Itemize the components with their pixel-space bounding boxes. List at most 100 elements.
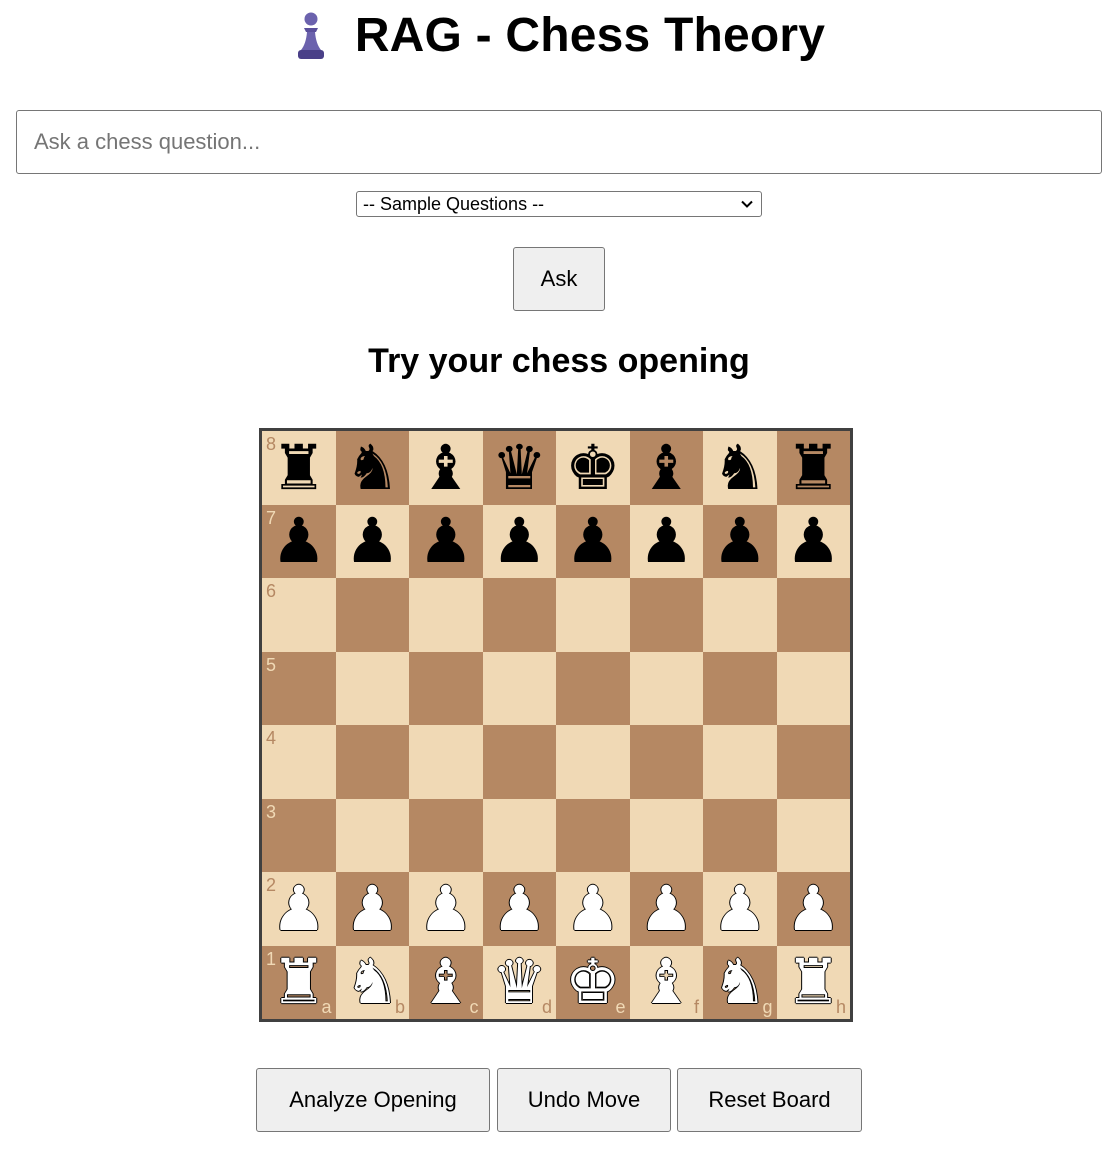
board-square-c5[interactable] <box>409 651 483 725</box>
board-square-g7[interactable]: ♟ <box>703 504 777 578</box>
white-knight-icon[interactable]: ♞ <box>712 951 768 1013</box>
board-square-e4[interactable] <box>556 725 630 799</box>
board-square-c3[interactable] <box>409 798 483 872</box>
board-square-b2[interactable]: ♟ <box>335 872 409 946</box>
analyze-opening-button[interactable]: Analyze Opening <box>256 1068 490 1132</box>
black-pawn-icon[interactable]: ♟ <box>344 510 400 572</box>
board-square-c6[interactable] <box>409 578 483 652</box>
board-square-h3[interactable] <box>776 798 850 872</box>
black-bishop-icon[interactable]: ♝ <box>638 436 694 499</box>
sample-questions-select[interactable]: -- Sample Questions -- <box>356 191 762 217</box>
black-pawn-icon[interactable]: ♟ <box>638 510 694 572</box>
board-square-e6[interactable] <box>556 578 630 652</box>
board-square-b3[interactable] <box>335 798 409 872</box>
board-square-g2[interactable]: ♟ <box>703 872 777 946</box>
black-rook-icon[interactable]: ♜ <box>271 436 327 499</box>
board-square-c2[interactable]: ♟ <box>409 872 483 946</box>
board-square-d4[interactable] <box>482 725 556 799</box>
white-pawn-icon[interactable]: ♟ <box>418 877 474 940</box>
undo-move-button[interactable]: Undo Move <box>497 1068 671 1132</box>
board-square-g8[interactable]: ♞ <box>703 431 777 505</box>
board-square-f2[interactable]: ♟ <box>629 872 703 946</box>
board-square-f4[interactable] <box>629 725 703 799</box>
board-square-e3[interactable] <box>556 798 630 872</box>
white-queen-icon[interactable]: ♛ <box>491 951 547 1013</box>
white-pawn-icon[interactable]: ♟ <box>491 877 547 940</box>
board-square-b5[interactable] <box>335 651 409 725</box>
board-square-e7[interactable]: ♟ <box>556 504 630 578</box>
board-square-f7[interactable]: ♟ <box>629 504 703 578</box>
white-pawn-icon[interactable]: ♟ <box>785 877 841 940</box>
black-pawn-icon[interactable]: ♟ <box>785 510 841 572</box>
board-square-e8[interactable]: ♚ <box>556 431 630 505</box>
white-pawn-icon[interactable]: ♟ <box>712 877 768 940</box>
board-square-b6[interactable] <box>335 578 409 652</box>
board-square-a2[interactable]: 2 ♟ <box>262 872 336 946</box>
board-square-d5[interactable] <box>482 651 556 725</box>
board-square-f1[interactable]: f ♝ <box>629 945 703 1019</box>
ask-button[interactable]: Ask <box>513 247 605 311</box>
board-square-a7[interactable]: 7 ♟ <box>262 504 336 578</box>
board-square-d2[interactable]: ♟ <box>482 872 556 946</box>
board-square-f6[interactable] <box>629 578 703 652</box>
black-pawn-icon[interactable]: ♟ <box>271 510 327 572</box>
board-square-e5[interactable] <box>556 651 630 725</box>
board-square-a5[interactable]: 5 <box>262 651 336 725</box>
board-square-c4[interactable] <box>409 725 483 799</box>
black-pawn-icon[interactable]: ♟ <box>418 510 474 572</box>
black-queen-icon[interactable]: ♛ <box>491 436 547 499</box>
black-knight-icon[interactable]: ♞ <box>344 436 400 499</box>
black-king-icon[interactable]: ♚ <box>565 436 621 499</box>
board-square-a3[interactable]: 3 <box>262 798 336 872</box>
board-square-h1[interactable]: h ♜ <box>776 945 850 1019</box>
board-square-b4[interactable] <box>335 725 409 799</box>
board-square-h6[interactable] <box>776 578 850 652</box>
board-square-d6[interactable] <box>482 578 556 652</box>
white-pawn-icon[interactable]: ♟ <box>638 877 694 940</box>
board-square-h4[interactable] <box>776 725 850 799</box>
sample-questions-dropdown[interactable]: -- Sample Questions -- <box>356 191 762 217</box>
board-square-h7[interactable]: ♟ <box>776 504 850 578</box>
board-square-g5[interactable] <box>703 651 777 725</box>
black-pawn-icon[interactable]: ♟ <box>491 510 547 572</box>
white-pawn-icon[interactable]: ♟ <box>271 877 327 940</box>
white-pawn-icon[interactable]: ♟ <box>565 877 621 940</box>
black-pawn-icon[interactable]: ♟ <box>712 510 768 572</box>
reset-board-button[interactable]: Reset Board <box>677 1068 862 1132</box>
board-square-h8[interactable]: ♜ <box>776 431 850 505</box>
board-square-b8[interactable]: ♞ <box>335 431 409 505</box>
board-square-a1[interactable]: 1 a ♜ <box>262 945 336 1019</box>
board-square-d8[interactable]: ♛ <box>482 431 556 505</box>
board-square-c8[interactable]: ♝ <box>409 431 483 505</box>
white-knight-icon[interactable]: ♞ <box>344 951 400 1013</box>
board-square-f8[interactable]: ♝ <box>629 431 703 505</box>
black-bishop-icon[interactable]: ♝ <box>418 436 474 499</box>
white-rook-icon[interactable]: ♜ <box>271 951 327 1013</box>
white-rook-icon[interactable]: ♜ <box>785 951 841 1013</box>
board-square-h5[interactable] <box>776 651 850 725</box>
board-square-b7[interactable]: ♟ <box>335 504 409 578</box>
board-square-a6[interactable]: 6 <box>262 578 336 652</box>
board-square-a4[interactable]: 4 <box>262 725 336 799</box>
black-knight-icon[interactable]: ♞ <box>712 436 768 499</box>
board-square-h2[interactable]: ♟ <box>776 872 850 946</box>
board-square-e2[interactable]: ♟ <box>556 872 630 946</box>
board-square-d1[interactable]: d ♛ <box>482 945 556 1019</box>
board-square-g4[interactable] <box>703 725 777 799</box>
black-pawn-icon[interactable]: ♟ <box>565 510 621 572</box>
white-bishop-icon[interactable]: ♝ <box>418 951 474 1013</box>
board-square-c7[interactable]: ♟ <box>409 504 483 578</box>
black-rook-icon[interactable]: ♜ <box>785 436 841 499</box>
board-square-b1[interactable]: b ♞ <box>335 945 409 1019</box>
white-king-icon[interactable]: ♚ <box>565 951 621 1013</box>
white-bishop-icon[interactable]: ♝ <box>638 951 694 1013</box>
board-square-a8[interactable]: 8 ♜ <box>262 431 336 505</box>
board-square-g3[interactable] <box>703 798 777 872</box>
board-square-g6[interactable] <box>703 578 777 652</box>
white-pawn-icon[interactable]: ♟ <box>344 877 400 940</box>
board-square-f3[interactable] <box>629 798 703 872</box>
question-input[interactable] <box>16 110 1102 174</box>
board-square-g1[interactable]: g ♞ <box>703 945 777 1019</box>
board-square-f5[interactable] <box>629 651 703 725</box>
board-square-e1[interactable]: e ♚ <box>556 945 630 1019</box>
